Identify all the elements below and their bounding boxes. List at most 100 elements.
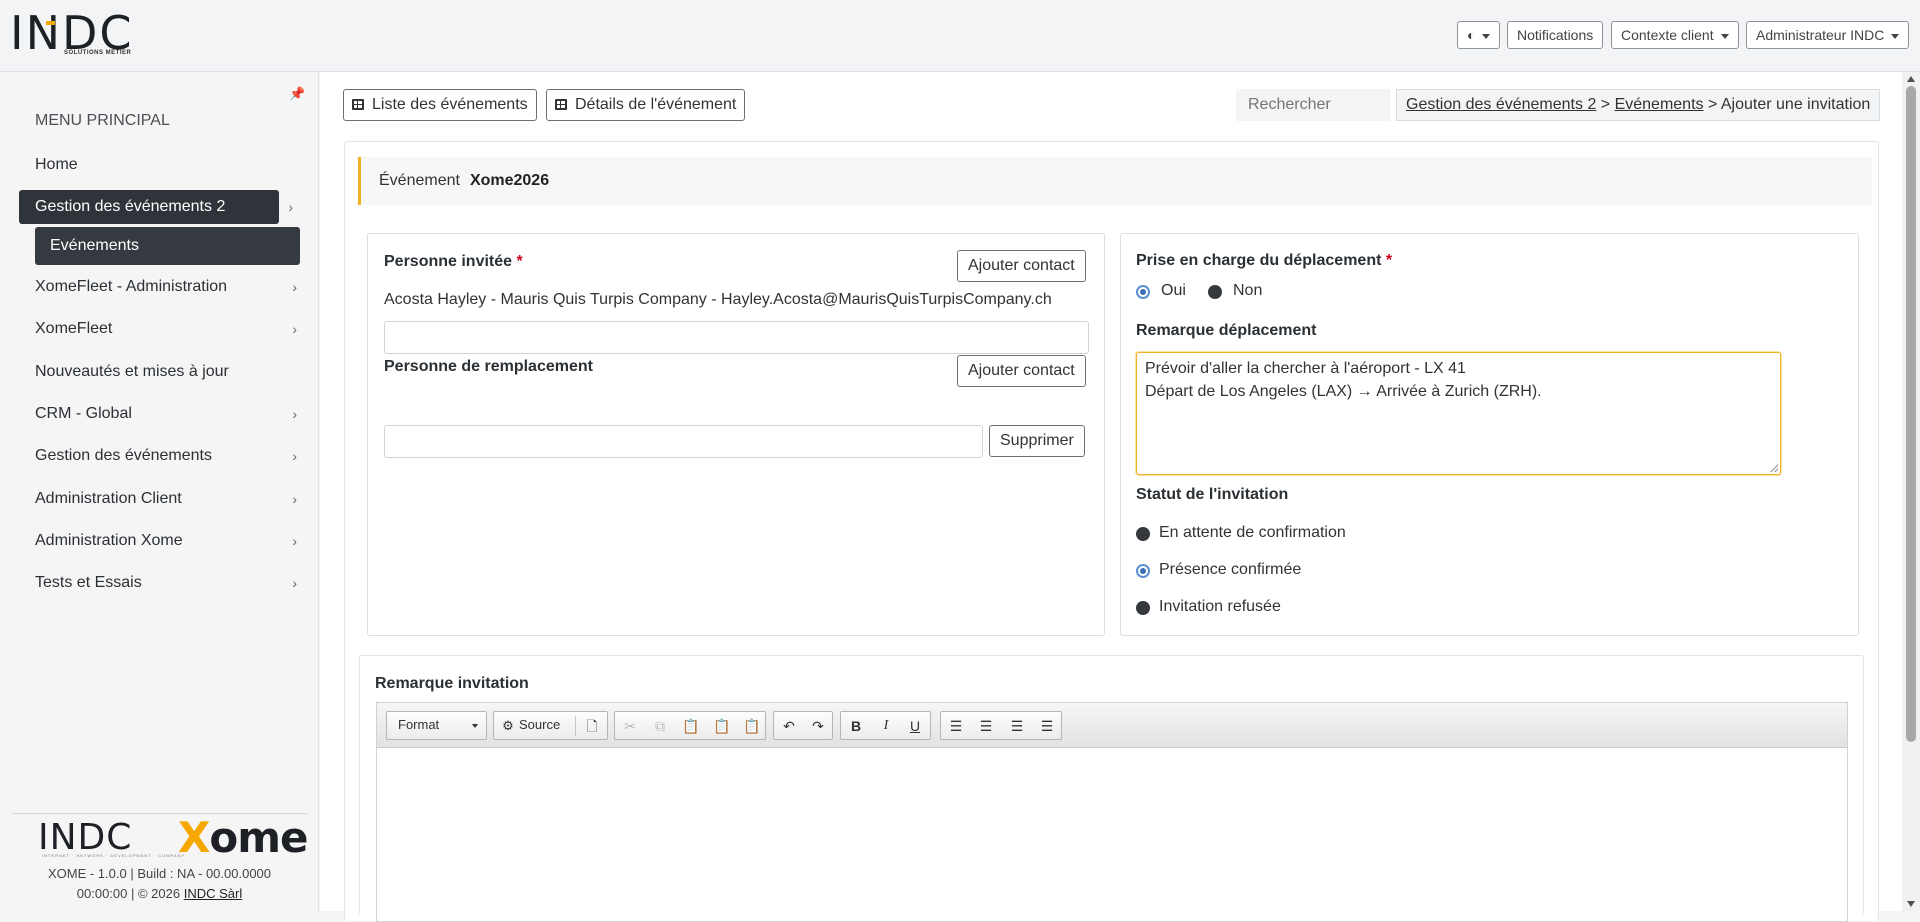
sidebar-item-label: Administration Client: [35, 490, 182, 507]
breadcrumb-gestion-evenements-2[interactable]: Gestion des événements 2: [1406, 96, 1596, 113]
source-button[interactable]: Source: [519, 717, 560, 732]
invited-person-label: Personne invitée *: [384, 253, 523, 270]
travel-yes-label[interactable]: Oui: [1161, 282, 1186, 300]
breadcrumb-separator: >: [1596, 96, 1615, 113]
resize-handle[interactable]: [1770, 464, 1778, 472]
scroll-down-arrow-icon[interactable]: [1907, 901, 1915, 907]
add-replacement-contact-button[interactable]: Ajouter contact: [957, 355, 1086, 387]
paste-text-icon[interactable]: 📋: [710, 714, 734, 738]
copy-icon[interactable]: ⧉: [648, 714, 672, 738]
sidebar-item-gestion-evenements-2[interactable]: Gestion des événements 2 ›: [19, 190, 293, 224]
copyright-line: 00:00:00 | © 2026 INDC Sàrl: [12, 884, 307, 904]
main-content: Liste des événements Détails de l'événem…: [320, 72, 1902, 922]
chevron-right-icon: ›: [288, 199, 293, 215]
align-justify-icon[interactable]: ☰: [1035, 714, 1059, 738]
theme-icon: ◐: [1467, 27, 1476, 43]
event-details-button[interactable]: Détails de l'événement: [546, 89, 746, 121]
sidebar-subitem-evenements[interactable]: Evénements: [35, 227, 300, 265]
travel-remark-textarea[interactable]: Prévoir d'aller la chercher à l'aéroport…: [1136, 352, 1781, 475]
paste-icon[interactable]: 📋: [679, 714, 703, 738]
scroll-up-arrow-icon[interactable]: [1907, 76, 1915, 82]
travel-no-radio[interactable]: [1208, 285, 1222, 299]
status-confirmed-label[interactable]: Présence confirmée: [1159, 561, 1301, 579]
sidebar-item-crm-global[interactable]: CRM - Global ›: [35, 397, 297, 431]
user-menu-dropdown[interactable]: Administrateur INDC: [1746, 21, 1910, 49]
status-refused-radio[interactable]: [1136, 601, 1150, 615]
italic-icon[interactable]: I: [874, 714, 898, 738]
sidebar-item-label: Tests et Essais: [35, 574, 142, 591]
editor-content-area[interactable]: [377, 749, 1847, 921]
theme-toggle-button[interactable]: ◐: [1457, 21, 1501, 49]
chevron-right-icon: ›: [292, 406, 297, 422]
sidebar-item-gestion-evenements[interactable]: Gestion des événements ›: [35, 439, 297, 473]
client-context-label: Contexte client: [1621, 27, 1714, 43]
add-contact-button[interactable]: Ajouter contact: [957, 250, 1086, 282]
bold-icon[interactable]: B: [844, 714, 868, 738]
replacement-person-field[interactable]: [384, 425, 983, 458]
list-events-button[interactable]: Liste des événements: [343, 89, 537, 121]
chevron-right-icon: ›: [292, 533, 297, 549]
company-link[interactable]: INDC Sàrl: [184, 886, 243, 901]
new-page-icon[interactable]: 🗋: [580, 714, 604, 738]
align-right-icon[interactable]: ☰: [1005, 714, 1029, 738]
undo-icon[interactable]: ↶: [777, 714, 801, 738]
paste-word-icon[interactable]: 📋: [740, 714, 764, 738]
search-input[interactable]: [1236, 89, 1390, 121]
status-pending-radio[interactable]: [1136, 527, 1150, 541]
sidebar-item-label: Gestion des événements 2: [35, 198, 226, 215]
event-label: Événement: [379, 172, 460, 189]
invitation-status-label: Statut de l'invitation: [1136, 486, 1289, 503]
travel-yes-radio[interactable]: [1136, 285, 1150, 299]
sidebar-item-label: CRM - Global: [35, 405, 132, 422]
table-icon: [555, 99, 567, 110]
status-pending-label[interactable]: En attente de confirmation: [1159, 524, 1346, 542]
rich-text-editor: Format ⚙ Source 🗋 ✂ ⧉ 📋 📋 📋 ↶ ↷ B I U ☰ …: [376, 702, 1848, 922]
indc-logo[interactable]: INDC SOLUTIONS MÉTIER: [10, 10, 190, 62]
format-label: Format: [398, 717, 440, 732]
breadcrumb-evenements[interactable]: Evénements: [1615, 96, 1704, 113]
status-confirmed-radio[interactable]: [1136, 564, 1150, 578]
event-banner: Événement Xome2026: [358, 157, 1872, 205]
sidebar: 📌 MENU PRINCIPAL Home Gestion des événem…: [0, 72, 319, 911]
sidebar-item-xomefleet[interactable]: XomeFleet ›: [35, 312, 297, 346]
event-name: Xome2026: [469, 172, 550, 189]
menu-title: MENU PRINCIPAL: [35, 112, 170, 129]
required-mark: *: [516, 253, 523, 270]
sidebar-item-administration-client[interactable]: Administration Client ›: [35, 482, 297, 516]
format-dropdown[interactable]: Format: [386, 711, 487, 740]
sidebar-item-administration-xome[interactable]: Administration Xome ›: [35, 524, 297, 558]
sidebar-item-home[interactable]: Home: [35, 148, 297, 182]
history-group: ↶ ↷: [773, 711, 833, 740]
client-context-dropdown[interactable]: Contexte client: [1611, 21, 1739, 49]
page-scrollbar[interactable]: [1902, 72, 1920, 911]
travel-remark-text: Prévoir d'aller la chercher à l'aéroport…: [1145, 360, 1542, 400]
scroll-thumb[interactable]: [1906, 86, 1916, 742]
travel-no-label[interactable]: Non: [1233, 282, 1262, 300]
invited-person-field[interactable]: [384, 321, 1089, 354]
delete-button[interactable]: Supprimer: [989, 425, 1085, 457]
logo-accent: [46, 21, 55, 25]
sidebar-item-nouveautes[interactable]: Nouveautés et mises à jour: [35, 355, 297, 389]
event-details-label: Détails de l'événement: [575, 96, 737, 113]
sidebar-item-label: Gestion des événements: [35, 447, 212, 464]
chevron-right-icon: ›: [292, 575, 297, 591]
align-left-icon[interactable]: ☰: [944, 714, 968, 738]
list-events-label: Liste des événements: [372, 96, 528, 113]
invitee-card: Personne invitée * Ajouter contact Acost…: [367, 233, 1105, 636]
cut-icon[interactable]: ✂: [618, 714, 642, 738]
status-refused-label[interactable]: Invitation refusée: [1159, 598, 1281, 616]
replacement-person-label: Personne de remplacement: [384, 358, 593, 375]
invitation-remark-label: Remarque invitation: [375, 675, 529, 692]
version-line: XOME - 1.0.0 | Build : NA - 00.00.0000: [47, 866, 272, 881]
pin-icon[interactable]: 📌: [289, 86, 305, 102]
alignment-group: ☰ ☰ ☰ ☰: [940, 711, 1062, 740]
notifications-button[interactable]: Notifications: [1507, 21, 1604, 49]
align-center-icon[interactable]: ☰: [974, 714, 998, 738]
underline-icon[interactable]: U: [903, 714, 927, 738]
required-mark: *: [1385, 252, 1393, 269]
redo-icon[interactable]: ↷: [806, 714, 830, 738]
sidebar-item-xomefleet-admin[interactable]: XomeFleet - Administration ›: [35, 270, 297, 304]
footer-logo-xome: Xome: [178, 813, 309, 862]
footer-info: XOME - 1.0.0 | Build : NA - 00.00.0000 0…: [12, 864, 307, 904]
sidebar-item-tests-essais[interactable]: Tests et Essais ›: [35, 566, 297, 600]
